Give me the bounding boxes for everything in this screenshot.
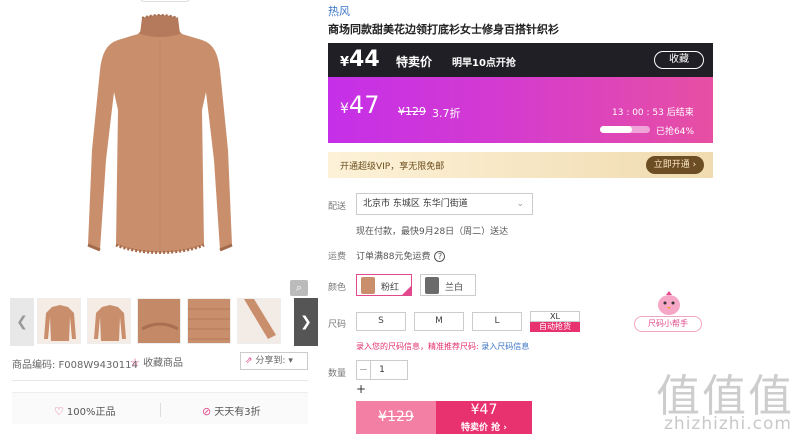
buy-flash-price: ¥47: [470, 402, 498, 418]
countdown-timer: 13 : 00 : 53 后结束: [612, 108, 694, 118]
size-option-l[interactable]: L: [472, 312, 522, 331]
sold-progress-fill: [600, 126, 632, 133]
thumb-prev-button[interactable]: ❮: [10, 298, 34, 346]
address-select[interactable]: 北京市 东城区 东华门街道 ⌄: [356, 193, 533, 215]
buy-original-price-button[interactable]: ¥129: [356, 401, 436, 434]
original-price: ¥129: [398, 105, 426, 118]
size-option-xl[interactable]: XL 自动抢货: [530, 311, 580, 332]
zoom-icon[interactable]: ⌕: [290, 280, 308, 296]
size-helper-button[interactable]: 尺码小帮手: [634, 316, 702, 332]
flash-sale-banner: ¥47 ¥129 3.7折 13 : 00 : 53 后结束 已抢64%: [328, 77, 713, 143]
size-helper[interactable]: 尺码小帮手: [628, 290, 704, 334]
thumbnail[interactable]: [137, 298, 181, 344]
size-option-m[interactable]: M: [414, 312, 464, 331]
sale-start-time: 明早10点开抢: [452, 58, 516, 69]
share-label: 分享到:: [255, 356, 286, 366]
thumbnail[interactable]: [237, 298, 281, 344]
promise-row: ♡ 100%正品 ⊘ 天天有3折: [12, 392, 308, 424]
open-vip-button[interactable]: 立即开通 ›: [646, 156, 704, 174]
delivery-label: 配送: [328, 202, 347, 212]
super-vip-text: 开通超级VIP，享无限免邮: [340, 162, 445, 172]
quantity-label: 数量: [328, 369, 347, 379]
shipping-note: 订单满88元免运费?: [356, 249, 446, 262]
quantity-input[interactable]: 1: [371, 361, 393, 379]
sweater-thumb-icon: [94, 305, 126, 341]
preview-price: ¥44: [340, 47, 380, 72]
currency-symbol: ¥: [340, 101, 349, 117]
main-product-image[interactable]: [10, 0, 310, 290]
hem-detail-icon: [238, 299, 280, 343]
divider: [160, 403, 161, 417]
discount-badge: ⊘ 天天有3折: [202, 403, 261, 418]
favorite-label: 收藏商品: [143, 358, 184, 369]
chevron-down-icon: ⌄: [516, 199, 524, 209]
color-swatch: [425, 277, 439, 294]
color-option-blue-white[interactable]: 兰白: [420, 274, 476, 296]
sold-progress-text: 已抢64%: [656, 127, 695, 137]
image-scroll-handle[interactable]: [140, 0, 190, 2]
quantity-plus-button[interactable]: +: [356, 382, 366, 396]
share-dropdown[interactable]: ⇗ 分享到: ▾: [240, 352, 308, 370]
super-vip-bar: 开通超级VIP，享无限免邮 立即开通 ›: [328, 152, 713, 178]
chevron-down-icon: ▾: [288, 356, 293, 366]
product-gallery: ⌕ ❮ ❯ 商品编码: F008W9430114 ☆ 收藏商品 ⇗ 分享到: ▾…: [0, 0, 320, 440]
shipping-text: 订单满88元免运费: [356, 252, 431, 262]
thumbnail[interactable]: [187, 298, 231, 344]
color-label: 颜色: [328, 283, 347, 293]
color-option-pink[interactable]: 粉红: [356, 274, 412, 296]
thumbnail-strip: ❮ ❯: [10, 298, 318, 346]
discount-rate: 3.7折: [432, 107, 461, 120]
size-option-s[interactable]: S: [356, 312, 406, 331]
preview-price-value: 44: [349, 47, 380, 72]
buy-flash-label: 特卖价 抢 ›: [461, 423, 507, 433]
currency-symbol: ¥: [340, 55, 350, 70]
share-icon: ⇗: [245, 356, 253, 366]
size-label: 尺码: [328, 320, 347, 330]
selected-check-icon: [402, 286, 411, 295]
address-value: 北京市 东城区 东华门街道: [363, 199, 468, 209]
flash-price-value: 47: [348, 91, 380, 119]
discount-icon: ⊘: [202, 405, 212, 418]
collect-button[interactable]: 收藏: [654, 51, 704, 69]
sku-code: 商品编码: F008W9430114: [12, 360, 138, 371]
auto-grab-tag: 自动抢货: [530, 322, 580, 332]
color-name: 粉红: [381, 283, 400, 293]
sweater-illustration: [87, 14, 233, 254]
preview-price-banner: ¥44 特卖价 明早10点开抢 收藏: [328, 43, 713, 77]
size-info-link[interactable]: 录入尺码信息: [481, 342, 529, 351]
sku-row: 商品编码: F008W9430114 ☆ 收藏商品 ⇗ 分享到: ▾: [12, 352, 308, 372]
quantity-stepper: − 1: [356, 360, 408, 380]
genuine-badge: ♡ 100%正品: [54, 403, 115, 418]
thumbnail[interactable]: [87, 298, 131, 344]
size-xl-label: XL: [530, 311, 580, 322]
discount-label: 天天有3折: [214, 407, 261, 418]
product-title: 商场同款甜美花边领打底衫女士修身百搭针织衫: [328, 23, 559, 36]
buy-flash-button[interactable]: ¥47 特卖价 抢 ›: [436, 401, 532, 434]
color-swatch: [361, 277, 375, 294]
brand-link[interactable]: 热风: [328, 3, 350, 19]
buy-original-price: ¥129: [378, 409, 414, 425]
favorite-button[interactable]: ☆ 收藏商品: [130, 354, 183, 369]
bird-mascot-icon: [658, 291, 680, 315]
quantity-minus-button[interactable]: −: [357, 361, 371, 379]
sweater-thumb-icon: [44, 305, 76, 341]
collar-detail-icon: [138, 299, 180, 343]
sale-price-tag: 特卖价: [396, 55, 433, 69]
divider: [12, 380, 308, 381]
shield-icon: ♡: [54, 405, 64, 418]
watermark-text: zhizhizhi.com: [664, 414, 792, 434]
star-icon: ☆: [130, 356, 140, 369]
size-tip: 录入您的尺码信息，精准推荐尺码: 录入尺码信息: [356, 341, 529, 352]
thumb-next-button[interactable]: ❯: [294, 298, 318, 346]
delivery-note: 现在付款，最快9月28日（周二）送达: [356, 227, 509, 237]
fabric-detail-icon: [188, 299, 230, 343]
help-icon[interactable]: ?: [434, 251, 446, 262]
genuine-label: 100%正品: [66, 407, 116, 418]
thumbnail[interactable]: [37, 298, 81, 344]
size-tip-text: 录入您的尺码信息，精准推荐尺码:: [356, 342, 482, 351]
flash-price: ¥47: [340, 91, 379, 119]
color-name: 兰白: [445, 283, 464, 293]
shipping-label: 运费: [328, 252, 347, 262]
